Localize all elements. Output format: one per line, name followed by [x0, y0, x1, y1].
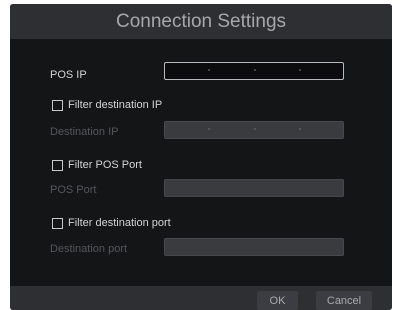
ip-separator-dot — [254, 69, 256, 71]
destination-ip-label: Destination IP — [50, 126, 119, 138]
cancel-button[interactable]: Cancel — [316, 291, 372, 310]
ip-separator-dot — [208, 128, 210, 130]
filter-pos-port-option[interactable]: Filter POS Port — [52, 159, 142, 171]
filter-destination-ip-label: Filter destination IP — [68, 99, 163, 111]
dialog-title: Connection Settings — [115, 10, 287, 32]
filter-destination-port-label: Filter destination port — [68, 217, 171, 229]
ip-separator-dot — [299, 128, 301, 130]
filter-destination-ip-option[interactable]: Filter destination IP — [52, 99, 162, 111]
pos-ip-input[interactable] — [164, 62, 344, 80]
ip-separator-dot — [254, 128, 256, 130]
pos-ip-label: POS IP — [50, 69, 87, 81]
ip-separator-dot — [208, 69, 210, 71]
dialog-titlebar: Connection Settings — [10, 4, 392, 39]
ok-button[interactable]: OK — [257, 291, 298, 310]
destination-port-input[interactable] — [164, 238, 344, 256]
filter-destination-port-checkbox[interactable] — [52, 217, 63, 229]
filter-destination-port-option[interactable]: Filter destination port — [52, 217, 171, 229]
connection-settings-dialog: Connection Settings POS IP Filter destin… — [10, 4, 392, 310]
destination-port-label: Destination port — [50, 243, 128, 255]
dialog-footer: OK Cancel — [10, 286, 392, 310]
pos-port-input[interactable] — [164, 179, 344, 197]
destination-ip-input[interactable] — [164, 121, 344, 139]
ip-separator-dot — [299, 69, 301, 71]
filter-pos-port-checkbox[interactable] — [52, 159, 63, 171]
filter-destination-ip-checkbox[interactable] — [52, 99, 63, 111]
filter-pos-port-label: Filter POS Port — [68, 159, 142, 171]
pos-port-label: POS Port — [50, 184, 97, 196]
